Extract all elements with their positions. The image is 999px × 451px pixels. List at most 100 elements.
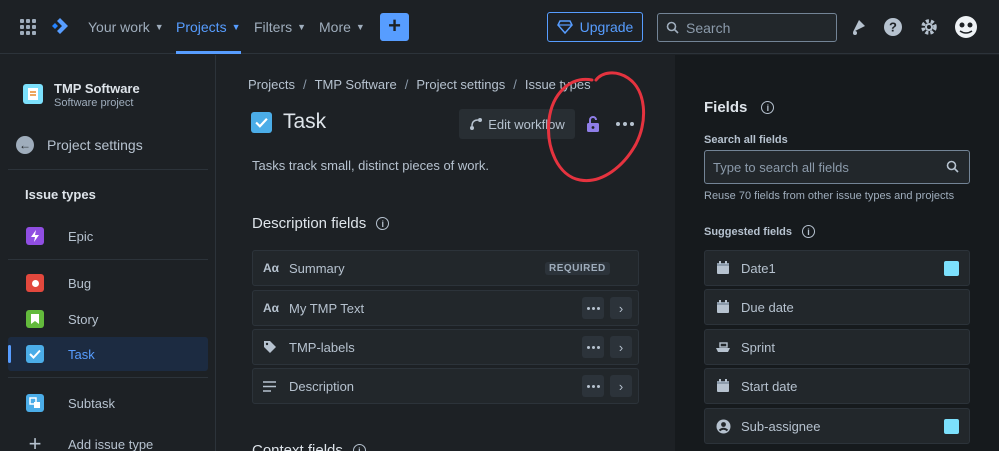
breadcrumb-separator: / xyxy=(513,77,517,92)
suggested-fields-label: Suggested fields xyxy=(704,225,793,238)
suggested-field-label: Sub-assignee xyxy=(741,418,821,434)
notifications-icon[interactable] xyxy=(847,16,869,38)
project-sidebar: TMP Software Software project ← Project … xyxy=(0,55,216,451)
search-icon xyxy=(946,160,959,173)
calendar-icon xyxy=(715,260,731,276)
global-search-input[interactable]: Search xyxy=(657,13,837,42)
add-issue-type-label: Add issue type xyxy=(68,436,154,451)
field-label: Summary xyxy=(289,260,345,276)
breadcrumb-projects[interactable]: Projects xyxy=(248,77,295,92)
info-icon[interactable]: i xyxy=(761,101,775,114)
breadcrumb-project[interactable]: TMP Software xyxy=(315,77,397,92)
context-fields-title: Context fields xyxy=(252,442,343,451)
unlock-icon[interactable] xyxy=(583,114,603,134)
issue-types-heading: Issue types xyxy=(25,187,96,202)
add-issue-type-button[interactable]: + Add issue type xyxy=(8,427,208,451)
field-row-tmp-labels[interactable]: TMP-labels › xyxy=(252,329,639,365)
suggested-field-label: Due date xyxy=(741,299,794,315)
description-fields-heading: Description fields i xyxy=(252,215,390,232)
context-fields-heading: Context fields i xyxy=(252,442,366,451)
sidebar-item-bug[interactable]: Bug xyxy=(8,266,208,300)
suggested-fields-heading: Suggested fields i xyxy=(704,225,816,238)
sidebar-item-subtask[interactable]: Subtask xyxy=(8,386,208,420)
story-bookmark-icon xyxy=(26,310,44,328)
info-icon[interactable]: i xyxy=(802,225,816,238)
text-field-icon: Aα xyxy=(263,301,280,315)
breadcrumb-project-settings[interactable]: Project settings xyxy=(416,77,505,92)
app-switcher-icon[interactable] xyxy=(20,19,36,35)
user-avatar[interactable] xyxy=(954,15,978,39)
field-label: TMP-labels xyxy=(289,339,355,355)
field-label: My TMP Text xyxy=(289,300,365,316)
project-badge-icon xyxy=(944,261,959,276)
jira-logo-icon[interactable] xyxy=(49,16,71,38)
description-fields-title: Description fields xyxy=(252,215,367,232)
suggested-field-due-date[interactable]: Due date xyxy=(704,289,970,325)
edit-workflow-label: Edit workflow xyxy=(488,116,565,132)
nav-your-work-label: Your work xyxy=(88,19,150,35)
back-to-project-settings[interactable]: ← Project settings xyxy=(16,136,143,154)
nav-filters[interactable]: Filters ▼ xyxy=(254,0,306,54)
project-badge-icon xyxy=(944,419,959,434)
field-label: Description xyxy=(289,378,355,394)
help-icon[interactable]: ? xyxy=(882,16,904,38)
chevron-right-icon[interactable]: › xyxy=(610,336,632,358)
nav-filters-label: Filters xyxy=(254,19,293,35)
field-more-button[interactable] xyxy=(582,375,604,397)
back-label: Project settings xyxy=(47,137,143,153)
create-button[interactable]: + xyxy=(380,13,409,41)
nav-projects-label: Projects xyxy=(176,19,227,35)
task-type-icon xyxy=(251,112,272,133)
field-more-button[interactable] xyxy=(582,297,604,319)
search-fields-input[interactable]: Type to search all fields xyxy=(704,150,970,184)
paragraph-lines-icon xyxy=(263,380,281,392)
fields-panel-title: Fields xyxy=(704,99,748,116)
epic-icon xyxy=(26,227,44,245)
field-row-summary[interactable]: Aα Summary REQUIRED xyxy=(252,250,639,286)
breadcrumb: Projects / TMP Software / Project settings… xyxy=(248,77,591,92)
nav-your-work[interactable]: Your work ▼ xyxy=(88,0,164,54)
project-type: Software project xyxy=(54,97,134,109)
suggested-field-label: Sprint xyxy=(741,339,775,355)
chevron-down-icon: ▼ xyxy=(154,22,164,32)
settings-gear-icon[interactable] xyxy=(918,16,940,38)
suggested-field-label: Date1 xyxy=(741,260,776,276)
bug-icon xyxy=(26,274,44,292)
upgrade-button[interactable]: Upgrade xyxy=(547,12,643,42)
field-row-description[interactable]: Description › xyxy=(252,368,639,404)
field-row-my-tmp-text[interactable]: Aα My TMP Text › xyxy=(252,290,639,326)
calendar-icon xyxy=(715,299,731,315)
breadcrumb-issue-types[interactable]: Issue types xyxy=(525,77,591,92)
search-placeholder: Search xyxy=(686,19,731,36)
nav-more-label: More xyxy=(319,19,351,35)
fields-panel: Fields i Search all fields Type to searc… xyxy=(675,55,999,451)
search-fields-placeholder: Type to search all fields xyxy=(713,159,849,175)
svg-text:?: ? xyxy=(889,20,897,35)
info-icon[interactable]: i xyxy=(352,444,366,451)
info-icon[interactable]: i xyxy=(376,217,390,230)
chevron-down-icon: ▼ xyxy=(355,22,365,32)
suggested-field-sprint[interactable]: Sprint xyxy=(704,329,970,365)
suggested-field-start-date[interactable]: Start date xyxy=(704,368,970,404)
more-actions-button[interactable] xyxy=(614,114,636,134)
sidebar-item-story[interactable]: Story xyxy=(8,302,208,336)
chevron-right-icon[interactable]: › xyxy=(610,297,632,319)
nav-more[interactable]: More ▼ xyxy=(319,0,365,54)
suggested-field-sub-assignee[interactable]: Sub-assignee xyxy=(704,408,970,444)
field-more-button[interactable] xyxy=(582,336,604,358)
tag-icon xyxy=(263,340,281,354)
back-arrow-icon: ← xyxy=(16,136,34,154)
sidebar-item-epic[interactable]: Epic xyxy=(8,219,208,253)
sidebar-item-task[interactable]: Task xyxy=(8,337,208,371)
suggested-field-label: Start date xyxy=(741,378,798,394)
user-icon xyxy=(715,418,731,434)
sidebar-item-label: Subtask xyxy=(68,395,115,411)
divider xyxy=(8,169,208,170)
task-checkbox-icon xyxy=(26,345,44,363)
chevron-right-icon[interactable]: › xyxy=(610,375,632,397)
suggested-field-date1[interactable]: Date1 xyxy=(704,250,970,286)
nav-projects[interactable]: Projects ▼ xyxy=(176,0,241,54)
project-name: TMP Software xyxy=(54,81,140,96)
reuse-fields-hint: Reuse 70 fields from other issue types a… xyxy=(704,190,955,202)
edit-workflow-button[interactable]: Edit workflow xyxy=(459,109,575,139)
